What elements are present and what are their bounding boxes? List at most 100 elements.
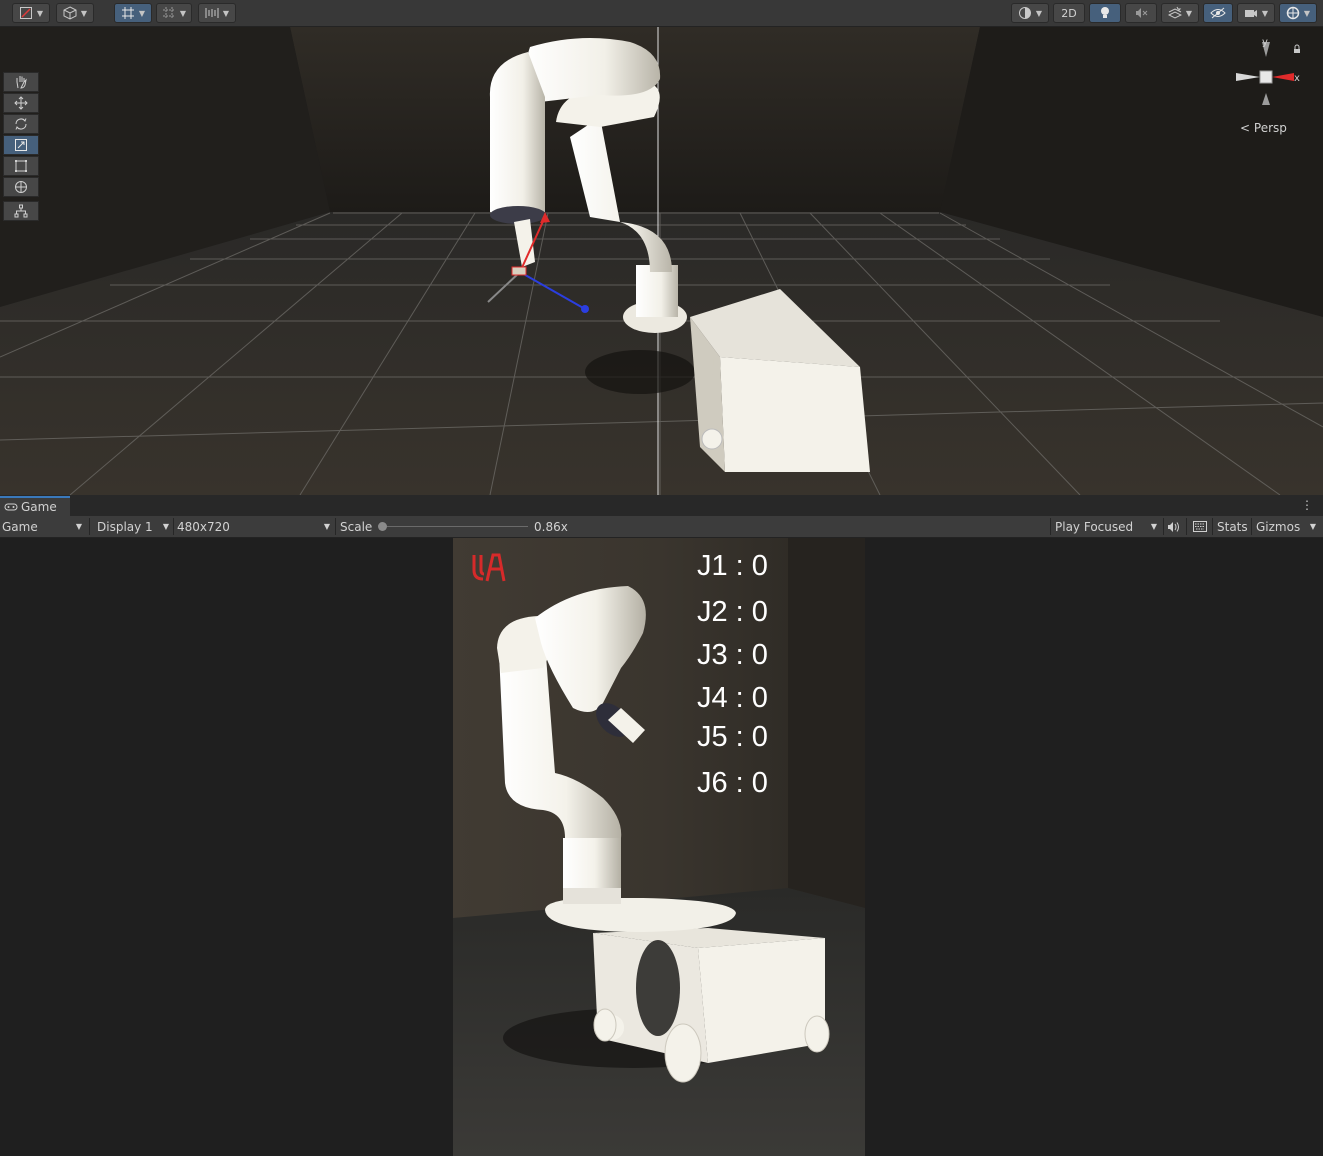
mute-audio-button[interactable] xyxy=(1167,516,1181,537)
audio-mute-icon xyxy=(1136,8,1148,18)
joint-value: 0 xyxy=(751,639,768,671)
scale-slider[interactable] xyxy=(378,522,528,531)
joint-separator: : xyxy=(735,767,744,799)
display-select[interactable]: Display 1 ▼ xyxy=(97,516,171,537)
stats-button[interactable]: Stats xyxy=(1217,516,1248,537)
effects-dropdown[interactable]: ▼ xyxy=(1161,3,1199,23)
rotate-tool-icon xyxy=(15,118,27,130)
chevron-down-icon: ▼ xyxy=(323,522,330,531)
shortcuts-button[interactable] xyxy=(1193,516,1207,537)
resolution-select[interactable]: 480x720 ▼ xyxy=(177,516,332,537)
joint-value: 0 xyxy=(751,596,768,628)
joint-label: J5 xyxy=(697,721,728,753)
rotate-tool[interactable] xyxy=(3,114,39,134)
joint-separator: : xyxy=(735,682,744,714)
gamepad-icon xyxy=(4,503,18,511)
joint-separator: : xyxy=(735,550,744,582)
transform-tool[interactable] xyxy=(3,177,39,197)
move-tool[interactable] xyxy=(3,93,39,113)
joint-separator: : xyxy=(735,721,744,753)
gizmos-label: Gizmos xyxy=(1256,519,1301,534)
view-select[interactable]: Game ▼ xyxy=(2,516,86,537)
hand-tool[interactable] xyxy=(3,72,39,92)
joint-row-j4: J4:0 xyxy=(697,682,768,715)
transform-tool-icon xyxy=(15,181,27,193)
increment-snap-dropdown[interactable]: ▼ xyxy=(156,3,192,23)
tab-game[interactable]: Game xyxy=(0,496,70,516)
scale-tool[interactable] xyxy=(3,135,39,155)
camera-icon xyxy=(1244,10,1257,17)
shading-icon xyxy=(63,6,77,20)
scene-toolbar: ▼ ▼ ▼ ▼ ▼ ▼ 2D ▼ ▼ ▼ xyxy=(0,0,1323,27)
joint-label: J1 xyxy=(697,550,728,582)
resolution-select-value: 480x720 xyxy=(177,519,230,534)
joint-value: 0 xyxy=(751,767,768,799)
custom-tool[interactable] xyxy=(3,201,39,221)
draw-mode-dropdown[interactable]: ▼ xyxy=(12,3,50,23)
projection-toggle[interactable]: < Persp xyxy=(1240,121,1287,135)
keyboard-icon xyxy=(1193,521,1207,532)
gizmo-y-label: y xyxy=(1262,37,1268,48)
rect-tool[interactable] xyxy=(3,156,39,176)
stats-label: Stats xyxy=(1217,519,1248,534)
gizmos-dropdown[interactable]: ▼ xyxy=(1279,3,1317,23)
scene-viewport xyxy=(0,27,1323,495)
joint-separator: : xyxy=(735,596,744,628)
camera-dropdown[interactable]: ▼ xyxy=(1237,3,1275,23)
gizmos-toggle[interactable]: Gizmos ▼ xyxy=(1256,516,1318,537)
kebab-menu-icon: ⋮ xyxy=(1301,498,1313,512)
ufactory-logo-icon xyxy=(472,553,506,582)
scale-value: 0.86x xyxy=(534,519,568,534)
draw-mode-icon xyxy=(19,7,32,19)
ufa-logo xyxy=(471,552,507,584)
shading-dropdown[interactable]: ▼ xyxy=(56,3,94,23)
tool-palette xyxy=(3,72,39,222)
custom-tool-icon xyxy=(14,204,28,218)
tab-game-label: Game xyxy=(21,500,57,514)
scene-view[interactable]: y x < Persp xyxy=(0,27,1323,495)
joint-row-j5: J5:0 xyxy=(697,721,768,754)
joint-value: 0 xyxy=(751,721,768,753)
scale-label: Scale xyxy=(340,519,373,534)
chevron-down-icon: ▼ xyxy=(1309,522,1316,531)
move-tool-icon xyxy=(14,96,28,110)
scale-slider-handle[interactable] xyxy=(378,522,387,531)
game-tab-bar: Game ⋮ xyxy=(0,496,1323,517)
lock-button[interactable] xyxy=(1292,39,1304,53)
view-select-value: Game xyxy=(2,519,38,534)
joint-row-j1: J1:0 xyxy=(697,550,768,583)
joint-value: 0 xyxy=(751,550,768,582)
game-viewport[interactable] xyxy=(453,538,865,1156)
audio-toggle[interactable] xyxy=(1125,3,1157,23)
chevron-down-icon: ▼ xyxy=(75,522,82,531)
scale-tool-icon xyxy=(15,139,27,151)
visibility-icon xyxy=(1210,7,1226,19)
hand-tool-icon xyxy=(16,76,27,89)
gizmo-x-label: x xyxy=(1294,73,1300,84)
mode-2d-label: 2D xyxy=(1061,6,1077,20)
lighting-toggle[interactable] xyxy=(1089,3,1121,23)
joint-row-j6: J6:0 xyxy=(697,767,768,800)
play-mode-select-value: Play Focused xyxy=(1055,519,1134,534)
display-select-value: Display 1 xyxy=(97,519,153,534)
scene-visibility-toggle[interactable] xyxy=(1203,3,1233,23)
joint-label: J4 xyxy=(697,682,728,714)
lighting-icon xyxy=(1101,7,1109,18)
joint-separator: : xyxy=(735,639,744,671)
gizmos-icon xyxy=(1286,6,1300,20)
joint-row-j2: J2:0 xyxy=(697,596,768,629)
mode-2d-toggle[interactable]: 2D xyxy=(1053,3,1085,23)
joint-row-j3: J3:0 xyxy=(697,639,768,672)
rect-tool-icon xyxy=(15,160,27,172)
joint-label: J2 xyxy=(697,596,728,628)
panel-menu-button[interactable]: ⋮ xyxy=(1301,498,1313,512)
increment-snap-icon xyxy=(162,7,175,19)
effects-icon xyxy=(1167,6,1182,19)
audio-icon xyxy=(1168,521,1179,532)
play-mode-select[interactable]: Play Focused ▼ xyxy=(1055,516,1159,537)
align-dropdown[interactable]: ▼ xyxy=(198,3,236,23)
render-mode-icon xyxy=(1018,7,1031,19)
persp-chevron-icon: < xyxy=(1240,121,1251,135)
grid-snap-toggle[interactable]: ▼ xyxy=(114,3,152,23)
render-mode-dropdown[interactable]: ▼ xyxy=(1011,3,1049,23)
